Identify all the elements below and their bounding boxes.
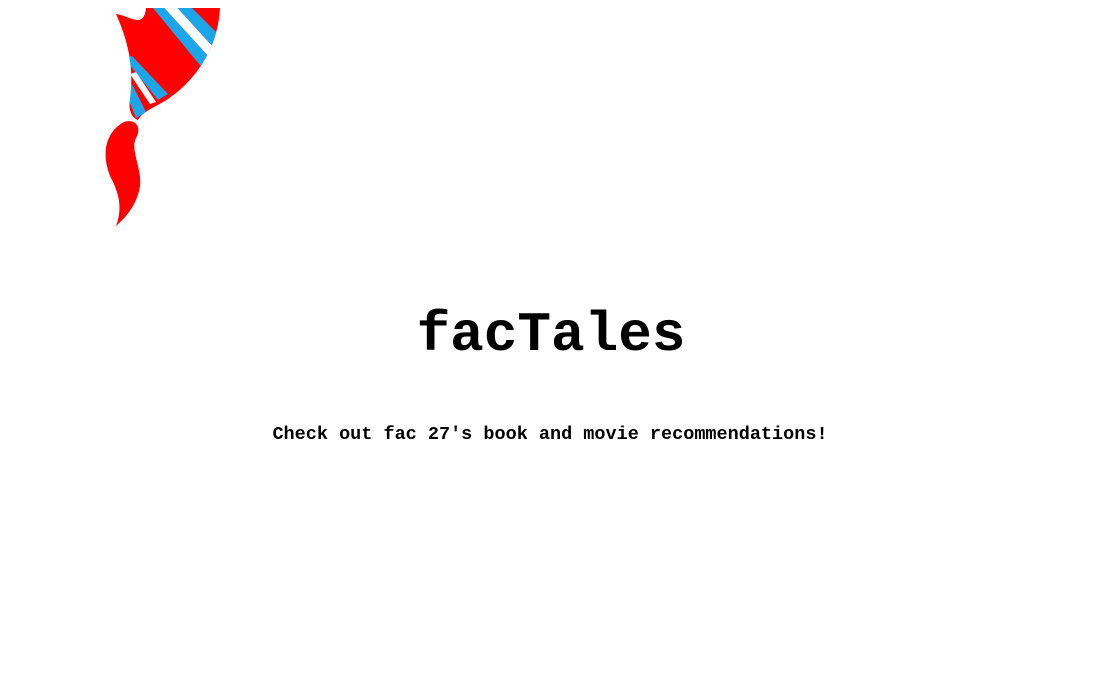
- tagline-text: Check out fac 27's book and movie recomm…: [272, 424, 828, 445]
- page-title: facTales: [416, 303, 686, 367]
- striped-hat-icon: [105, 8, 220, 226]
- page: facTales Check out fac 27's book and mov…: [0, 0, 1108, 678]
